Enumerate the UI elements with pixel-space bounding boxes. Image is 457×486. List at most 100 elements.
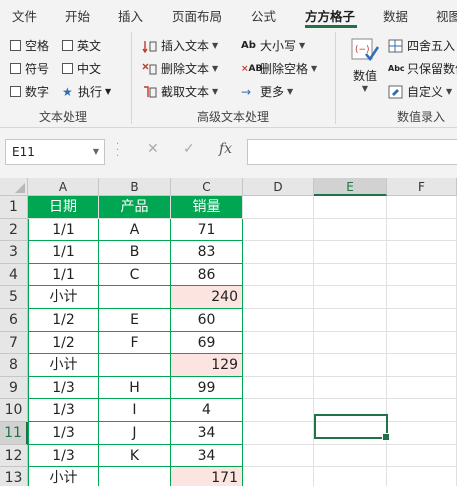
confirm-icon[interactable]: ✓ bbox=[183, 141, 195, 157]
cell-c13[interactable]: 171 bbox=[171, 467, 243, 486]
cell-c7[interactable]: 69 bbox=[171, 332, 243, 354]
cell-b2[interactable]: A bbox=[99, 219, 171, 241]
cell-b13[interactable] bbox=[99, 467, 171, 486]
row-header-1[interactable]: 1 bbox=[0, 196, 28, 219]
cell-f9[interactable] bbox=[387, 377, 457, 399]
cell-f8[interactable] bbox=[387, 354, 457, 377]
name-box[interactable]: E11 ▼ bbox=[5, 139, 105, 165]
cell-a8[interactable]: 小计 bbox=[28, 354, 99, 377]
cell-f5[interactable] bbox=[387, 286, 457, 309]
cell-c2[interactable]: 71 bbox=[171, 219, 243, 241]
row-header-8[interactable]: 8 bbox=[0, 354, 28, 377]
cell-d5[interactable] bbox=[243, 286, 314, 309]
cell-a9[interactable]: 1/3 bbox=[28, 377, 99, 399]
cell-a13[interactable]: 小计 bbox=[28, 467, 99, 486]
row-header-10[interactable]: 10 bbox=[0, 399, 28, 422]
checkbox-number[interactable]: 数字 bbox=[10, 83, 49, 100]
cell-d12[interactable] bbox=[243, 445, 314, 467]
more-button[interactable]: → 更多 ▼ bbox=[241, 83, 293, 100]
cell-d4[interactable] bbox=[243, 264, 314, 286]
cell-a12[interactable]: 1/3 bbox=[28, 445, 99, 467]
function-icon[interactable]: fx bbox=[219, 141, 232, 157]
row-header-12[interactable]: 12 bbox=[0, 445, 28, 467]
cell-f3[interactable] bbox=[387, 241, 457, 264]
cell-f4[interactable] bbox=[387, 264, 457, 286]
cell-a6[interactable]: 1/2 bbox=[28, 309, 99, 332]
row-header-6[interactable]: 6 bbox=[0, 309, 28, 332]
cell-e7[interactable] bbox=[314, 332, 387, 354]
cell-d10[interactable] bbox=[243, 399, 314, 422]
case-button[interactable]: Ab 大小写 ▼ bbox=[241, 37, 305, 54]
cell-e12[interactable] bbox=[314, 445, 387, 467]
column-header-d[interactable]: D bbox=[243, 178, 314, 196]
cell-a4[interactable]: 1/1 bbox=[28, 264, 99, 286]
cell-e9[interactable] bbox=[314, 377, 387, 399]
insert-text-button[interactable]: 插入文本 ▼ bbox=[142, 37, 218, 54]
cell-b1[interactable]: 产品 bbox=[99, 196, 171, 219]
cell-f12[interactable] bbox=[387, 445, 457, 467]
cell-f10[interactable] bbox=[387, 399, 457, 422]
cell-b5[interactable] bbox=[99, 286, 171, 309]
cell-c5[interactable]: 240 bbox=[171, 286, 243, 309]
cell-a10[interactable]: 1/3 bbox=[28, 399, 99, 422]
cell-c1[interactable]: 销量 bbox=[171, 196, 243, 219]
tab-view[interactable]: 视图 bbox=[436, 6, 457, 25]
cell-f2[interactable] bbox=[387, 219, 457, 241]
cell-b9[interactable]: H bbox=[99, 377, 171, 399]
cell-e8[interactable] bbox=[314, 354, 387, 377]
cell-e13[interactable] bbox=[314, 467, 387, 486]
column-header-c[interactable]: C bbox=[171, 178, 243, 196]
tab-fangfang[interactable]: 方方格子 bbox=[305, 6, 355, 25]
cancel-icon[interactable]: ✕ bbox=[147, 141, 159, 157]
cell-b3[interactable]: B bbox=[99, 241, 171, 264]
cell-e6[interactable] bbox=[314, 309, 387, 332]
cell-b11[interactable]: J bbox=[99, 422, 171, 445]
cell-e1[interactable] bbox=[314, 196, 387, 219]
row-header-9[interactable]: 9 bbox=[0, 377, 28, 399]
cell-e5[interactable] bbox=[314, 286, 387, 309]
cell-d1[interactable] bbox=[243, 196, 314, 219]
cell-c4[interactable]: 86 bbox=[171, 264, 243, 286]
formula-input[interactable] bbox=[247, 139, 457, 165]
row-header-2[interactable]: 2 bbox=[0, 219, 28, 241]
cell-b6[interactable]: E bbox=[99, 309, 171, 332]
cell-a2[interactable]: 1/1 bbox=[28, 219, 99, 241]
cell-d11[interactable] bbox=[243, 422, 314, 445]
cell-a3[interactable]: 1/1 bbox=[28, 241, 99, 264]
cell-a5[interactable]: 小计 bbox=[28, 286, 99, 309]
cell-b7[interactable]: F bbox=[99, 332, 171, 354]
row-header-4[interactable]: 4 bbox=[0, 264, 28, 286]
cell-c8[interactable]: 129 bbox=[171, 354, 243, 377]
checkbox-symbol[interactable]: 符号 bbox=[10, 60, 49, 77]
execute-button[interactable]: ★ 执行 ▼ bbox=[62, 83, 111, 100]
row-header-5[interactable]: 5 bbox=[0, 286, 28, 309]
tab-home[interactable]: 开始 bbox=[65, 6, 90, 25]
cell-b4[interactable]: C bbox=[99, 264, 171, 286]
cell-d6[interactable] bbox=[243, 309, 314, 332]
custom-button[interactable]: 自定义 ▼ bbox=[388, 83, 452, 100]
cell-d13[interactable] bbox=[243, 467, 314, 486]
select-all-corner[interactable] bbox=[0, 178, 28, 196]
cell-a7[interactable]: 1/2 bbox=[28, 332, 99, 354]
cell-a1[interactable]: 日期 bbox=[28, 196, 99, 219]
checkbox-english[interactable]: 英文 bbox=[62, 37, 101, 54]
cell-f6[interactable] bbox=[387, 309, 457, 332]
checkbox-space[interactable]: 空格 bbox=[10, 37, 49, 54]
tab-file[interactable]: 文件 bbox=[12, 6, 37, 25]
cell-a11[interactable]: 1/3 bbox=[28, 422, 99, 445]
cell-e2[interactable] bbox=[314, 219, 387, 241]
cell-f1[interactable] bbox=[387, 196, 457, 219]
round-button[interactable]: 四舍五入 bbox=[388, 37, 455, 54]
cell-d3[interactable] bbox=[243, 241, 314, 264]
row-header-13[interactable]: 13 bbox=[0, 467, 28, 486]
drag-handle-icon[interactable]: · · · bbox=[116, 140, 120, 162]
tab-insert[interactable]: 插入 bbox=[118, 6, 143, 25]
delete-spaces-button[interactable]: ×AB 删除空格 ▼ bbox=[241, 60, 317, 77]
active-cell-selection[interactable] bbox=[314, 414, 390, 441]
column-header-b[interactable]: B bbox=[99, 178, 171, 196]
row-header-3[interactable]: 3 bbox=[0, 241, 28, 264]
tab-formulas[interactable]: 公式 bbox=[251, 6, 276, 25]
cell-d2[interactable] bbox=[243, 219, 314, 241]
cell-c6[interactable]: 60 bbox=[171, 309, 243, 332]
cell-c12[interactable]: 34 bbox=[171, 445, 243, 467]
